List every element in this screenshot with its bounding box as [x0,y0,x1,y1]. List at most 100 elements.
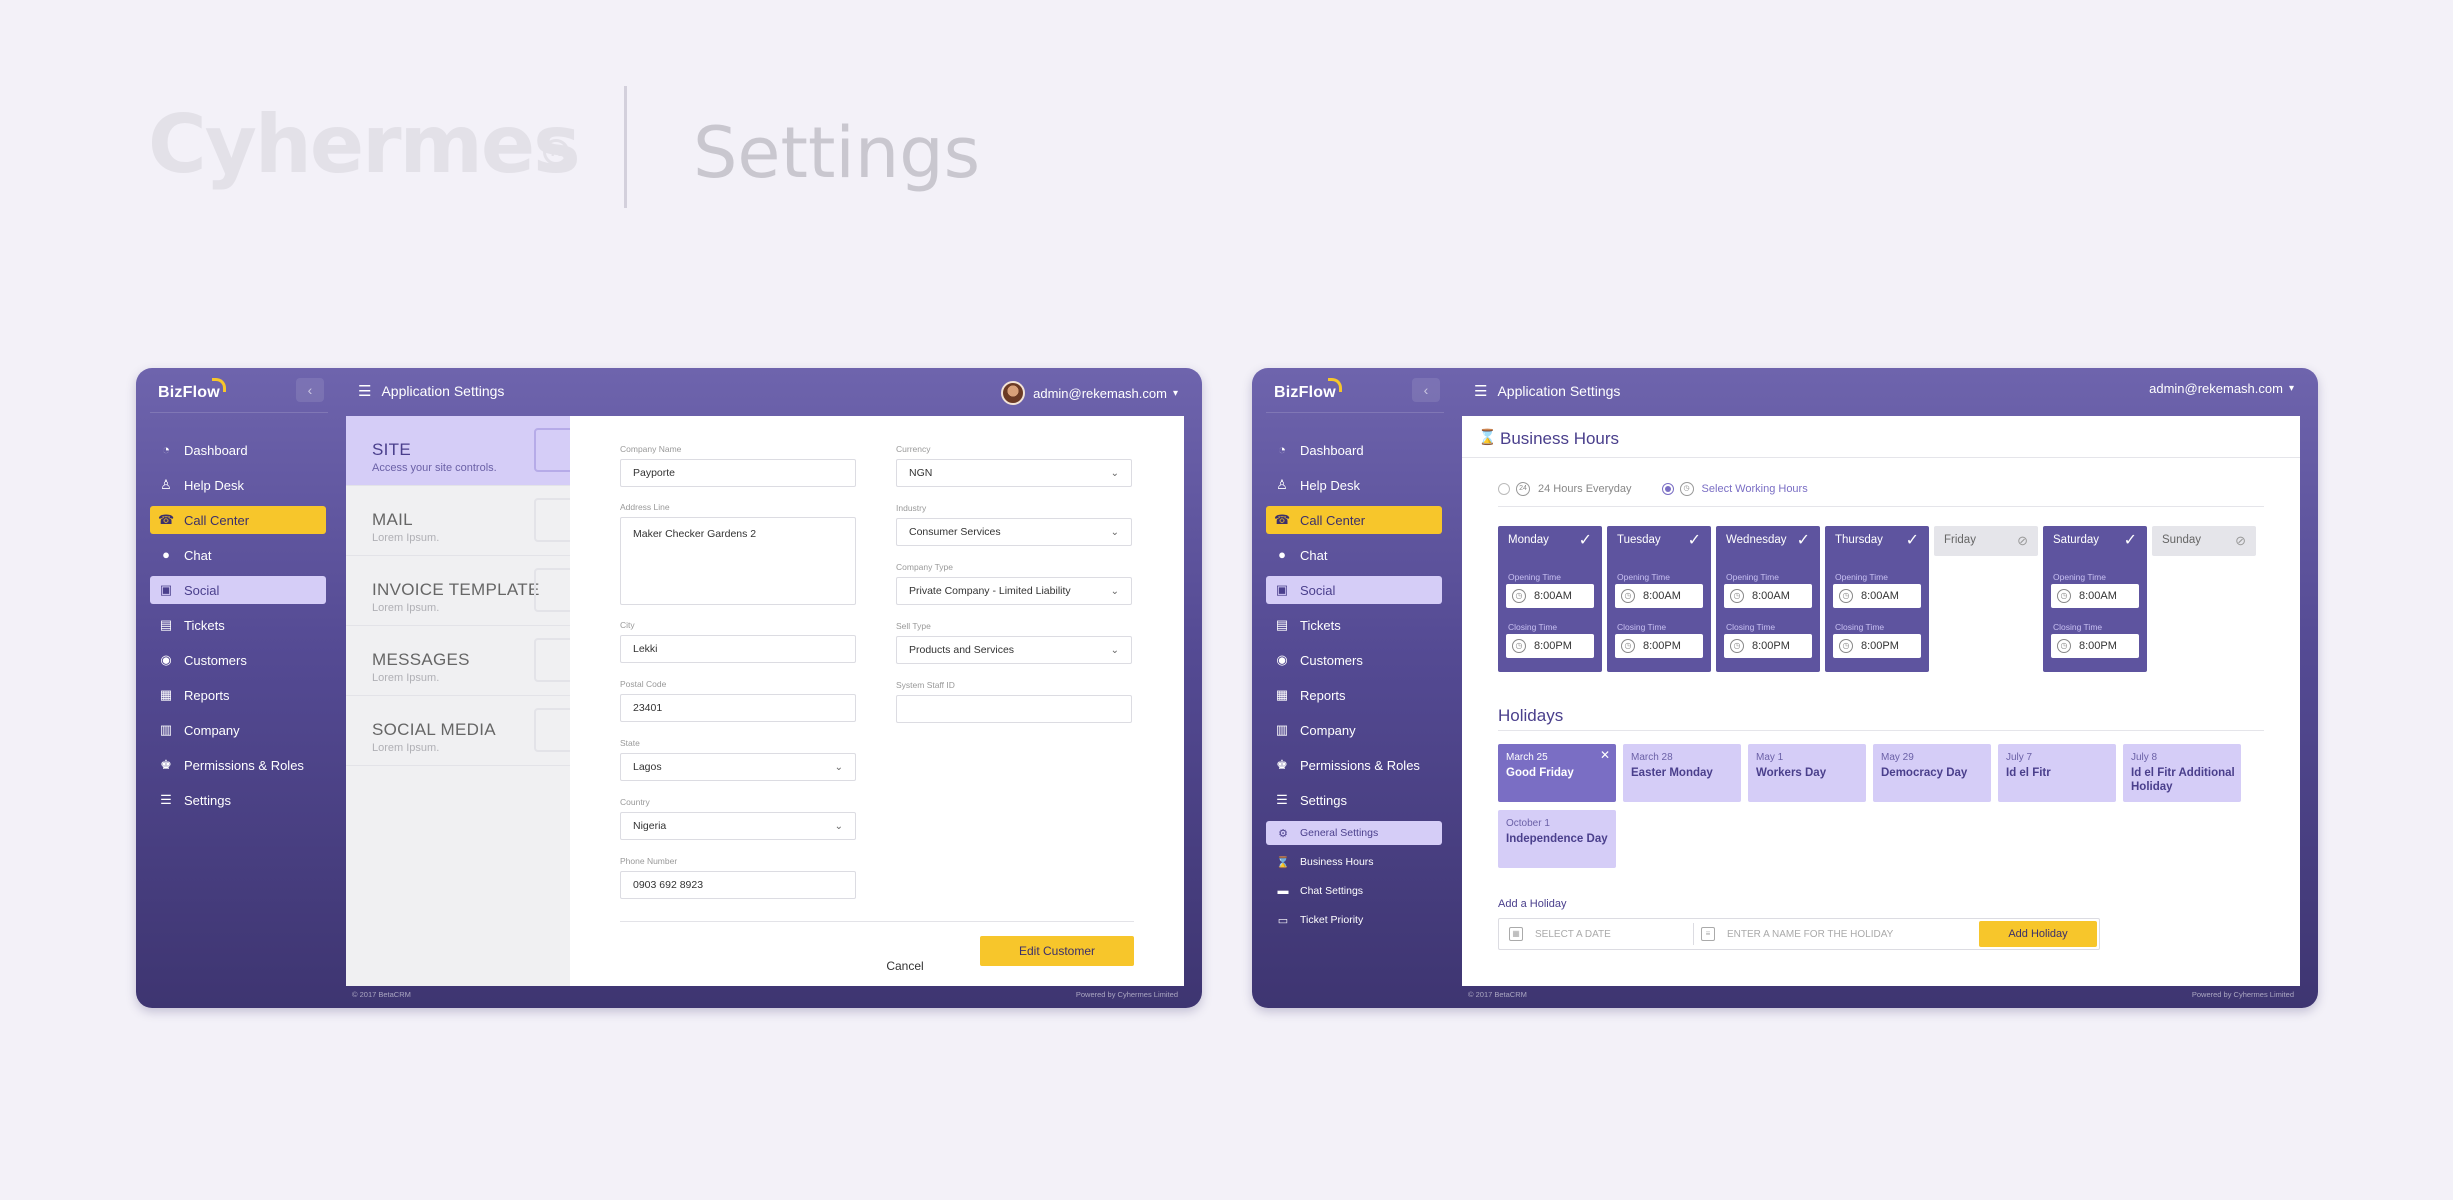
settings-item-social-media[interactable]: SOCIAL MEDIA Lorem Ipsum. [346,696,570,766]
city-field: City Lekki [620,620,856,663]
day-card-tuesday[interactable]: Tuesday ✓ Opening Time ◷ 8:00AM Closing Ti… [1607,526,1711,672]
sidebar-item-dashboard[interactable]: ◔ Dashboard [1266,436,1442,464]
check-icon[interactable]: ✓ [1579,530,1592,550]
holiday-card[interactable]: May 1 Workers Day [1748,744,1866,802]
holiday-card[interactable]: October 1 Independence Day [1498,810,1616,868]
sidebar-item-chat[interactable]: ● Chat [1266,541,1442,569]
closing-time-input[interactable]: ◷ 8:00PM [1506,634,1594,658]
day-card-monday[interactable]: Monday ✓ Opening Time ◷ 8:00AM Closing Tim… [1498,526,1602,672]
closing-time-input[interactable]: ◷ 8:00PM [1833,634,1921,658]
disabled-icon[interactable]: ⊘ [2235,533,2246,549]
option-select-hours-label[interactable]: Select Working Hours [1702,483,1808,495]
settings-item-messages[interactable]: MESSAGES Lorem Ipsum. [346,626,570,696]
closing-time-input[interactable]: ◷ 8:00PM [2051,634,2139,658]
radio-24-hours[interactable] [1498,483,1510,495]
sidebar-item-tickets[interactable]: ▤ Tickets [150,611,326,639]
sidebar-item-call-center[interactable]: ☎ Call Center [150,506,326,534]
sidebar-item-company[interactable]: ▥ Company [1266,716,1442,744]
sidebar-subitem-chat-settings[interactable]: ▬ Chat Settings [1266,879,1442,903]
day-card-friday[interactable]: Friday ⊘ [1934,526,2038,556]
settings-item-invoice-template[interactable]: INVOICE TEMPLATE Lorem Ipsum. [346,556,570,626]
opening-time-input[interactable]: ◷ 8:00AM [1506,584,1594,608]
check-icon[interactable]: ✓ [1797,530,1810,550]
settings-item-mail[interactable]: MAIL Lorem Ipsum. [346,486,570,556]
sidebar-item-reports[interactable]: ▦ Reports [150,681,326,709]
option-24-hours-label[interactable]: 24 Hours Everyday [1538,483,1632,495]
country-select[interactable]: Nigeria ⌄ [620,812,856,840]
sidebar-item-dashboard[interactable]: ◔ Dashboard [150,436,326,464]
day-card-wednesday[interactable]: Wednesday ✓ Opening Time ◷ 8:00AM Closing … [1716,526,1820,672]
holiday-date-input[interactable]: ▦ SELECT A DATE [1509,927,1611,941]
day-card-saturday[interactable]: Saturday ✓ Opening Time ◷ 8:00AM Closing T… [2043,526,2147,672]
holiday-card[interactable]: May 29 Democracy Day [1873,744,1991,802]
chevron-left-icon[interactable]: ‹ [1412,378,1440,402]
user-menu[interactable]: admin@rekemash.com ▾ [2149,381,2294,396]
opening-time-input[interactable]: ◷ 8:00AM [1724,584,1812,608]
business-hours-window: BizFlow ‹ ◔ Dashboard ♙ Help Desk ☎ Call Ce… [1252,368,2318,1008]
check-icon[interactable]: ✓ [2124,530,2137,550]
sidebar-item-tickets[interactable]: ▤ Tickets [1266,611,1442,639]
city-input[interactable]: Lekki [620,635,856,663]
currency-select[interactable]: NGN ⌄ [896,459,1132,487]
postal-code-input[interactable]: 23401 [620,694,856,722]
company-type-select[interactable]: Private Company - Limited Liability ⌄ [896,577,1132,605]
sidebar-item-call-center[interactable]: ☎ Call Center [1266,506,1442,534]
sidebar-subitem-business-hours[interactable]: ⌛ Business Hours [1266,850,1442,874]
business-hours-header: ⌛ Business Hours [1462,416,2300,458]
cancel-button[interactable]: Cancel [870,951,940,981]
sidebar-item-reports[interactable]: ▦ Reports [1266,681,1442,709]
app-logo[interactable]: BizFlow [1274,384,1336,402]
phone-input[interactable]: 0903 692 8923 [620,871,856,899]
add-holiday-button[interactable]: Add Holiday [1979,921,2097,947]
sidebar-item-settings[interactable]: ☰ Settings [1266,786,1442,814]
topbar-title: ☰ Application Settings [358,383,505,400]
sidebar-item-permissions[interactable]: ♚ Permissions & Roles [1266,751,1442,779]
sidebar-subitem-general-settings[interactable]: ⚙ General Settings [1266,821,1442,845]
customer-icon: ◉ [1276,652,1288,667]
check-icon[interactable]: ✓ [1688,530,1701,550]
close-icon[interactable]: ✕ [1600,748,1610,762]
sidebar-item-help-desk[interactable]: ♙ Help Desk [1266,471,1442,499]
sidebar-item-chat[interactable]: ● Chat [150,541,326,569]
user-menu[interactable]: admin@rekemash.com ▾ [1001,381,1178,405]
sidebar-item-help-desk[interactable]: ♙ Help Desk [150,471,326,499]
clock-24-icon: 24 [1516,482,1530,496]
chevron-left-icon[interactable]: ‹ [296,378,324,402]
opening-time-input[interactable]: ◷ 8:00AM [2051,584,2139,608]
closing-time-input[interactable]: ◷ 8:00PM [1615,634,1703,658]
holiday-card[interactable]: March 25 Good Friday ✕ [1498,744,1616,802]
app-logo[interactable]: BizFlow [158,384,220,402]
sidebar-item-customers[interactable]: ◉ Customers [1266,646,1442,674]
sidebar-item-settings[interactable]: ☰ Settings [150,786,326,814]
customer-icon: ◉ [160,652,172,667]
holiday-card[interactable]: July 7 Id el Fitr [1998,744,2116,802]
holiday-name-input[interactable]: ≡ ENTER A NAME FOR THE HOLIDAY [1701,927,1893,941]
sidebar-item-customers[interactable]: ◉ Customers [150,646,326,674]
sidebar-item-company[interactable]: ▥ Company [150,716,326,744]
opening-time-input[interactable]: ◷ 8:00AM [1833,584,1921,608]
day-card-thursday[interactable]: Thursday ✓ Opening Time ◷ 8:00AM Closing T… [1825,526,1929,672]
edit-customer-button[interactable]: Edit Customer [980,936,1134,966]
holiday-card[interactable]: July 8 Id el Fitr Additional Holiday [2123,744,2241,802]
settings-item-site[interactable]: SITE Access your site controls. [346,416,570,486]
staff-id-input[interactable] [896,695,1132,723]
radio-select-hours[interactable] [1661,483,1674,495]
address-textarea[interactable]: Maker Checker Gardens 2 [620,517,856,605]
state-select[interactable]: Lagos ⌄ [620,753,856,781]
sell-type-select[interactable]: Products and Services ⌄ [896,636,1132,664]
chevron-down-icon: ⌄ [1110,526,1119,538]
sidebar-item-permissions[interactable]: ♚ Permissions & Roles [150,751,326,779]
disabled-icon[interactable]: ⊘ [2017,533,2028,549]
opening-time-input[interactable]: ◷ 8:00AM [1615,584,1703,608]
company-name-input[interactable]: Payporte [620,459,856,487]
sidebar-item-label: Permissions & Roles [184,757,304,773]
sidebar-item-social[interactable]: ▣ Social [1266,576,1442,604]
day-card-sunday[interactable]: Sunday ⊘ [2152,526,2256,556]
closing-time-input[interactable]: ◷ 8:00PM [1724,634,1812,658]
sidebar-item-social[interactable]: ▣ Social [150,576,326,604]
sidebar-item-label: Customers [1300,652,1363,668]
holiday-card[interactable]: March 28 Easter Monday [1623,744,1741,802]
check-icon[interactable]: ✓ [1906,530,1919,550]
sidebar-subitem-ticket-priority[interactable]: ▭ Ticket Priority [1266,908,1442,932]
industry-select[interactable]: Consumer Services ⌄ [896,518,1132,546]
